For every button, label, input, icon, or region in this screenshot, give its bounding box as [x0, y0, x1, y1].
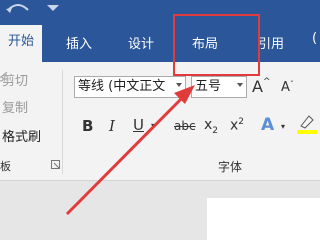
more-tab-fragment: (	[312, 31, 318, 46]
font-size-select[interactable]: 五号	[191, 76, 247, 98]
grow-font-icon: A	[252, 77, 263, 96]
superscript-index: 2	[238, 117, 245, 127]
format-painter-label: 格式刷	[2, 130, 42, 145]
italic-button[interactable]: I	[109, 117, 115, 135]
underline-button[interactable]: U	[133, 116, 144, 134]
clipboard-group-label: 板	[0, 160, 11, 173]
dropdown-icon[interactable]	[47, 5, 59, 15]
undo-icon[interactable]	[0, 0, 40, 25]
ribbon-tabs: 开始 插入 设计 布局 引用 (	[0, 25, 320, 62]
chevron-down-icon	[237, 83, 243, 87]
subscript-index: 2	[212, 125, 219, 136]
tab-references[interactable]: 引用	[258, 33, 284, 52]
tab-design[interactable]: 设计	[128, 33, 154, 52]
underline-dropdown[interactable]: ▾	[151, 121, 155, 130]
grow-font-button[interactable]: A^	[252, 77, 271, 96]
shrink-font-button[interactable]: Aˇ	[281, 80, 294, 95]
text-effects-dropdown[interactable]: ▾	[281, 122, 285, 131]
font-name-select[interactable]: 等线 (中文正文	[74, 76, 186, 98]
tab-insert[interactable]: 插入	[66, 33, 92, 52]
title-bar	[0, 0, 320, 25]
chevron-down-icon	[176, 83, 182, 87]
highlighter-icon	[297, 115, 317, 134]
highlight-rectangle	[173, 14, 260, 76]
shrink-font-icon: A	[281, 80, 290, 95]
subscript-button[interactable]: x2	[204, 117, 218, 136]
superscript-button[interactable]: x2	[230, 117, 244, 134]
copy-label: 复制	[2, 101, 29, 116]
font-name-value: 等线 (中文正文	[78, 79, 166, 94]
cut-label: 剪切	[2, 74, 29, 89]
text-effects-button[interactable]: A	[261, 115, 274, 135]
tab-home[interactable]: 开始	[0, 25, 43, 62]
font-size-value: 五号	[195, 79, 222, 94]
strikethrough-button[interactable]: abc	[174, 119, 196, 133]
document-page[interactable]	[207, 198, 320, 240]
bold-button[interactable]: B	[82, 117, 93, 135]
group-separator	[62, 70, 63, 174]
font-group-label: 字体	[218, 160, 243, 174]
dialog-launcher-icon[interactable]	[51, 160, 60, 169]
